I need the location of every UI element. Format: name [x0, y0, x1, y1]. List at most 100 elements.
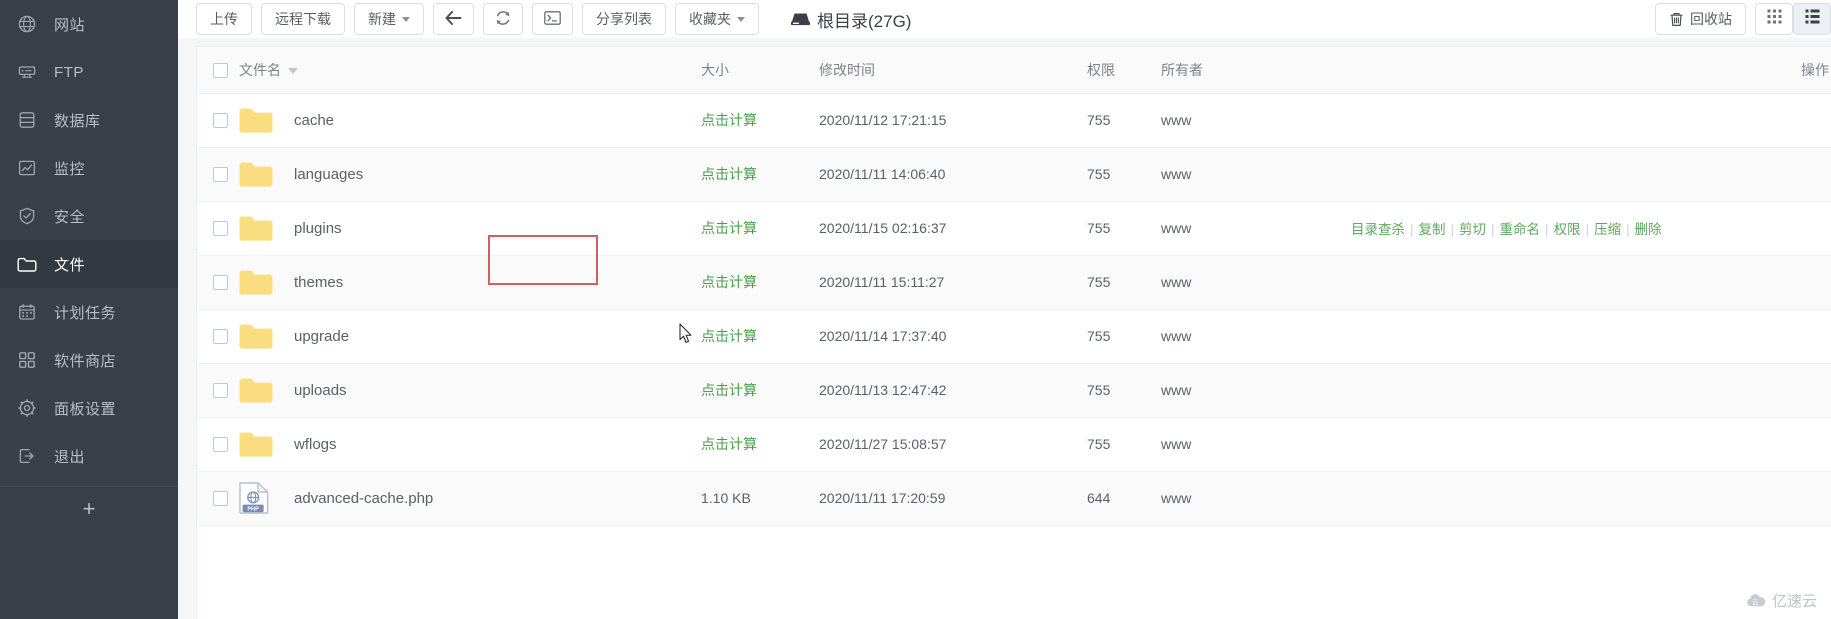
ftp-icon	[14, 61, 40, 83]
action-link[interactable]: 目录查杀	[1351, 222, 1405, 237]
permission-text[interactable]: 755	[1087, 166, 1110, 182]
col-filename[interactable]: 文件名	[239, 47, 701, 93]
permission-text[interactable]: 644	[1087, 490, 1110, 506]
calculate-size-link[interactable]: 点击计算	[701, 436, 757, 452]
permission-text[interactable]: 755	[1087, 382, 1110, 398]
sort-desc-icon[interactable]	[288, 68, 298, 74]
svg-text:云: 云	[1752, 599, 1758, 606]
list-view-icon	[1805, 9, 1820, 29]
favorites-button[interactable]: 收藏夹	[675, 3, 759, 35]
refresh-button[interactable]	[483, 3, 523, 35]
calculate-size-link[interactable]: 点击计算	[701, 382, 757, 398]
row-checkbox[interactable]	[213, 491, 228, 506]
action-link[interactable]: 删除	[1635, 222, 1662, 237]
sidebar-add-button[interactable]: +	[0, 487, 178, 531]
table-row[interactable]: uploads点击计算2020/11/13 12:47:42755www	[197, 363, 1831, 417]
table-row[interactable]: plugins 点击计算 2020/11/15 02:16:37 755 www目录查杀…	[197, 201, 1831, 255]
calculate-size-link[interactable]: 点击计算	[701, 166, 757, 182]
cell-mtime: 2020/11/11 14:06:40	[819, 147, 1087, 201]
back-button[interactable]	[433, 3, 474, 35]
sidebar-item-FTP[interactable]: FTP	[0, 48, 178, 96]
calculate-size-link[interactable]: 点击计算	[701, 328, 757, 344]
cell-mtime: 2020/11/27 15:08:57	[819, 417, 1087, 471]
list-view-button[interactable]	[1793, 3, 1831, 35]
file-name-link[interactable]: plugins	[294, 220, 342, 237]
permission-text[interactable]: 755	[1087, 436, 1110, 452]
table-row[interactable]: cache点击计算2020/11/12 17:21:15755www	[197, 93, 1831, 147]
action-link[interactable]: 复制	[1419, 222, 1446, 237]
file-name-link[interactable]: upgrade	[294, 328, 349, 345]
row-checkbox[interactable]	[213, 113, 228, 128]
sidebar-item-安全[interactable]: 安全	[0, 192, 178, 240]
table-row[interactable]: upgrade点击计算2020/11/14 17:37:40755www	[197, 309, 1831, 363]
sidebar-item-退出[interactable]: 退出	[0, 432, 178, 480]
folder-icon	[239, 323, 273, 350]
permission-text[interactable]: 755	[1087, 274, 1110, 290]
owner-text: www	[1161, 328, 1191, 344]
sidebar-item-面板设置[interactable]: 面板设置	[0, 384, 178, 432]
calculate-size-link[interactable]: 点击计算	[701, 274, 757, 290]
folder-icon	[239, 215, 273, 242]
col-mtime-label: 修改时间	[819, 62, 875, 78]
calculate-size-link[interactable]: 点击计算	[701, 220, 757, 236]
row-checkbox[interactable]	[213, 383, 228, 398]
permission-text[interactable]: 755	[1087, 328, 1110, 344]
file-name-link[interactable]: themes	[294, 274, 343, 291]
table-row[interactable]: wflogs点击计算2020/11/27 15:08:57755www	[197, 417, 1831, 471]
row-checkbox[interactable]	[213, 167, 228, 182]
row-checkbox[interactable]	[213, 437, 228, 452]
action-link[interactable]: 权限	[1554, 222, 1581, 237]
col-mtime: 修改时间	[819, 47, 1087, 93]
file-name-link[interactable]: languages	[294, 166, 363, 183]
refresh-icon	[495, 10, 511, 28]
new-button[interactable]: 新建	[354, 3, 424, 35]
action-link[interactable]: 重命名	[1500, 222, 1541, 237]
row-checkbox[interactable]	[213, 275, 228, 290]
col-perm: 权限	[1087, 47, 1161, 93]
sidebar-item-文件[interactable]: 文件	[0, 240, 178, 288]
file-name-link[interactable]: wflogs	[294, 436, 337, 453]
mtime-text: 2020/11/15 02:16:37	[819, 220, 946, 236]
sidebar-item-网站[interactable]: 网站	[0, 0, 178, 48]
row-checkbox[interactable]	[213, 329, 228, 344]
table-row[interactable]: PHPadvanced-cache.php1.10 KB2020/11/11 1…	[197, 471, 1831, 525]
file-name-link[interactable]: uploads	[294, 382, 347, 399]
action-link[interactable]: 剪切	[1459, 222, 1486, 237]
current-path-text: 根目录(27G)	[817, 7, 911, 32]
action-separator: |	[1451, 222, 1455, 237]
row-checkbox[interactable]	[213, 221, 228, 236]
cell-owner: www	[1161, 93, 1351, 147]
cell-owner: www	[1161, 201, 1351, 255]
file-name-link[interactable]: advanced-cache.php	[294, 490, 433, 507]
cell-permission: 755	[1087, 309, 1161, 363]
upload-button[interactable]: 上传	[196, 3, 252, 35]
recycle-bin-button[interactable]: 回收站	[1655, 3, 1746, 35]
owner-text: www	[1161, 112, 1191, 128]
owner-text: www	[1161, 274, 1191, 290]
file-name-link[interactable]: cache	[294, 112, 334, 129]
file-toolbar: 上传 远程下载 新建 分享列表 收藏夹	[178, 0, 1831, 38]
table-row[interactable]: themes 点击计算 2020/11/11 15:11:27755 www	[197, 255, 1831, 309]
terminal-button[interactable]	[532, 3, 573, 35]
remote-download-button[interactable]: 远程下载	[261, 3, 345, 35]
cell-actions	[1351, 93, 1831, 147]
cell-owner: www	[1161, 255, 1351, 309]
sidebar-item-软件商店[interactable]: 软件商店	[0, 336, 178, 384]
sidebar-item-计划任务[interactable]: 计划任务	[0, 288, 178, 336]
permission-text[interactable]: 755	[1087, 112, 1110, 128]
select-all-checkbox[interactable]	[213, 63, 228, 78]
sidebar-item-数据库[interactable]: 数据库	[0, 96, 178, 144]
cell-mtime: 2020/11/11 15:11:27	[819, 255, 1087, 309]
cell-owner: www	[1161, 363, 1351, 417]
action-link[interactable]: 压缩	[1594, 222, 1621, 237]
table-row[interactable]: languages点击计算2020/11/11 14:06:40755www	[197, 147, 1831, 201]
sidebar-item-label: FTP	[54, 64, 84, 81]
sidebar-item-监控[interactable]: 监控	[0, 144, 178, 192]
grid-view-button[interactable]	[1755, 3, 1793, 35]
permission-text[interactable]: 755	[1087, 220, 1110, 236]
share-list-button[interactable]: 分享列表	[582, 3, 666, 35]
calculate-size-link[interactable]: 点击计算	[701, 112, 757, 128]
file-list-card: 文件名 大小 修改时间 权限 所有者 操作 cache点击计算2020/11/1…	[196, 46, 1831, 619]
cell-size: 点击计算	[701, 363, 819, 417]
cell-filename: wflogs	[239, 417, 701, 471]
